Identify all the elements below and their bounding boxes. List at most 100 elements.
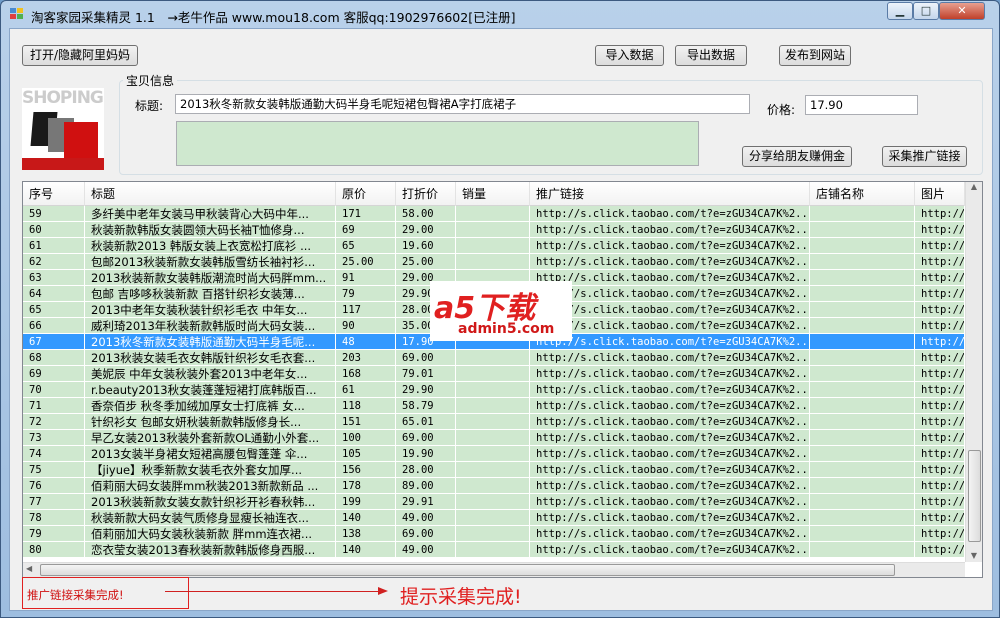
share-commission-button[interactable]: 分享给朋友赚佣金	[742, 146, 852, 167]
cell-original-price: 171	[336, 206, 396, 222]
table-row[interactable]: 79 佰莉丽加大码女装秋装新款 胖mm连衣裙... 138 69.00 http://s…	[23, 526, 965, 542]
cell-image: http://	[915, 366, 965, 382]
title-input[interactable]: 2013秋冬新款女装韩版通勤大码半身毛呢短裙包臀裙A字打底裙子	[175, 94, 750, 114]
table-row[interactable]: 71 香奈佰步 秋冬季加绒加厚女士打底裤 女... 118 58.79 http://s…	[23, 398, 965, 414]
table-row[interactable]: 73 早乙女装2013秋装外套新款OL通勤小外套... 100 69.00 http:/…	[23, 430, 965, 446]
table-row[interactable]: 62 包邮2013秋装新款女装韩版雪纺长袖衬衫... 25.00 25.00 http:…	[23, 254, 965, 270]
cell-shop-name	[810, 462, 915, 478]
cell-title: 2013秋装新款女装韩版潮流时尚大码胖mm...	[85, 270, 336, 286]
table-row[interactable]: 76 佰莉丽大码女装胖mm秋装2013新款新品 ... 178 89.00 http:/…	[23, 478, 965, 494]
cell-promo-link: http://s.click.taobao.com/t?e=zGU34CA7K%…	[530, 238, 810, 254]
cell-shop-name	[810, 286, 915, 302]
cell-title: 香奈佰步 秋冬季加绒加厚女士打底裤 女...	[85, 398, 336, 414]
cell-promo-link: http://s.click.taobao.com/t?e=zGU34CA7K%…	[530, 446, 810, 462]
cell-shop-name	[810, 238, 915, 254]
cell-promo-link: http://s.click.taobao.com/t?e=zGU34CA7K%…	[530, 302, 810, 318]
cell-original-price: 105	[336, 446, 396, 462]
cell-sales	[456, 478, 530, 494]
column-header-promo-link[interactable]: 推广链接	[530, 182, 810, 206]
table-row[interactable]: 75 【jiyue】秋季新款女装毛衣外套女加厚... 156 28.00 http://…	[23, 462, 965, 478]
cell-sales	[456, 382, 530, 398]
scroll-left-icon[interactable]: ◀	[26, 564, 32, 573]
cell-title: 秋装新款2013 韩版女装上衣宽松打底衫 ...	[85, 238, 336, 254]
cell-shop-name	[810, 366, 915, 382]
column-header-original-price[interactable]: 原价	[336, 182, 396, 206]
cell-image: http://	[915, 222, 965, 238]
cell-title: 针织衫女 包邮女妍秋装新款韩版修身长...	[85, 414, 336, 430]
cell-discount-price: 89.00	[396, 478, 456, 494]
product-image: SHOPING	[22, 88, 104, 170]
cell-title: 威利琦2013年秋装新款韩版时尚大码女装...	[85, 318, 336, 334]
cell-sales	[456, 414, 530, 430]
table-row[interactable]: 69 美妮辰 中年女装秋装外套2013中老年女... 168 79.01 http://…	[23, 366, 965, 382]
cell-discount-price: 69.00	[396, 350, 456, 366]
cell-discount-price: 49.00	[396, 542, 456, 558]
cell-sales	[456, 206, 530, 222]
cell-discount-price: 58.79	[396, 398, 456, 414]
title-bar: 淘客家园采集精灵 1.1 →老牛作品 www.mou18.com 客服qq:19…	[1, 1, 999, 27]
cell-shop-name	[810, 430, 915, 446]
horizontal-scroll-thumb[interactable]	[40, 564, 895, 576]
cell-sales	[456, 526, 530, 542]
cell-original-price: 168	[336, 366, 396, 382]
cell-shop-name	[810, 494, 915, 510]
main-panel: 打开/隐藏阿里妈妈 导入数据 导出数据 发布到网站 SHOPING 宝贝信息 标…	[9, 28, 993, 611]
cell-title: 佰莉丽加大码女装秋装新款 胖mm连衣裙...	[85, 526, 336, 542]
cell-seq: 76	[23, 478, 85, 494]
cell-image: http://	[915, 478, 965, 494]
image-watermark-text: SHOPING	[22, 88, 104, 108]
cell-title: 包邮2013秋装新款女装韩版雪纺长袖衬衫...	[85, 254, 336, 270]
table-row[interactable]: 68 2013秋装女装毛衣女韩版针织衫女毛衣套... 203 69.00 http://…	[23, 350, 965, 366]
cell-discount-price: 49.00	[396, 510, 456, 526]
cell-seq: 64	[23, 286, 85, 302]
vertical-scrollbar[interactable]: ▲ ▼	[965, 182, 982, 562]
table-row[interactable]: 78 秋装新款大码女装气质修身显瘦长袖连衣... 140 49.00 http://s.…	[23, 510, 965, 526]
table-row[interactable]: 59 多纤美中老年女装马甲秋装背心大码中年... 171 58.00 http://s.…	[23, 206, 965, 222]
cell-seq: 80	[23, 542, 85, 558]
table-row[interactable]: 72 针织衫女 包邮女妍秋装新款韩版修身长... 151 65.01 http://s.…	[23, 414, 965, 430]
cell-discount-price: 25.00	[396, 254, 456, 270]
column-header-title[interactable]: 标题	[85, 182, 336, 206]
table-row[interactable]: 77 2013秋装新款女装女款针织衫开衫春秋韩... 199 29.91 http://…	[23, 494, 965, 510]
close-button[interactable]: ✕	[939, 2, 985, 20]
cell-image: http://	[915, 510, 965, 526]
vertical-scroll-thumb[interactable]	[968, 450, 981, 542]
cell-original-price: 61	[336, 382, 396, 398]
scroll-up-icon[interactable]: ▲	[966, 182, 982, 191]
toggle-alimama-button[interactable]: 打开/隐藏阿里妈妈	[22, 45, 138, 66]
table-row[interactable]: 61 秋装新款2013 韩版女装上衣宽松打底衫 ... 65 19.60 http://…	[23, 238, 965, 254]
product-table: 序号 标题 原价 打折价 销量 推广链接 店铺名称 图片 ▲ ▼ ◀ 59 多纤美中老年女装马甲…	[22, 181, 983, 578]
cell-sales	[456, 398, 530, 414]
import-data-button[interactable]: 导入数据	[595, 45, 664, 66]
export-data-button[interactable]: 导出数据	[675, 45, 747, 66]
column-header-discount-price[interactable]: 打折价	[396, 182, 456, 206]
cell-title: 秋装新款韩版女装圆领大码长袖T恤修身...	[85, 222, 336, 238]
status-message: 推广链接采集完成!	[27, 588, 124, 602]
table-row[interactable]: 70 r.beauty2013秋女装蓬蓬短裙打底韩版百... 61 29.90 http…	[23, 382, 965, 398]
column-header-sales[interactable]: 销量	[456, 182, 530, 206]
horizontal-scrollbar[interactable]: ◀	[23, 562, 965, 577]
column-header-image[interactable]: 图片	[915, 182, 965, 206]
maximize-button[interactable]: □	[913, 2, 939, 20]
table-row[interactable]: 74 2013女装半身裙女短裙高腰包臀蓬蓬 伞... 105 19.90 http://…	[23, 446, 965, 462]
window-title: 淘客家园采集精灵 1.1 →老牛作品 www.mou18.com 客服qq:19…	[31, 10, 516, 25]
table-row[interactable]: 60 秋装新款韩版女装圆领大码长袖T恤修身... 69 29.00 http://s.c…	[23, 222, 965, 238]
publish-button[interactable]: 发布到网站	[779, 45, 851, 66]
price-input[interactable]: 17.90	[805, 95, 918, 115]
cell-title: r.beauty2013秋女装蓬蓬短裙打底韩版百...	[85, 382, 336, 398]
cell-original-price: 69	[336, 222, 396, 238]
cell-title: 【jiyue】秋季新款女装毛衣外套女加厚...	[85, 462, 336, 478]
collect-links-button[interactable]: 采集推广链接	[882, 146, 967, 167]
column-header-shop-name[interactable]: 店铺名称	[810, 182, 915, 206]
description-textarea[interactable]	[176, 121, 699, 166]
cell-discount-price: 29.00	[396, 222, 456, 238]
column-header-seq[interactable]: 序号	[23, 182, 85, 206]
scroll-down-icon[interactable]: ▼	[966, 551, 982, 560]
minimize-button[interactable]: ▁	[887, 2, 913, 20]
cell-title: 2013秋冬新款女装韩版通勤大码半身毛呢...	[85, 334, 336, 350]
table-row[interactable]: 80 恋衣莹女装2013春秋装新款韩版修身西服... 140 49.00 http://…	[23, 542, 965, 558]
title-label: 标题:	[135, 99, 164, 113]
cell-shop-name	[810, 510, 915, 526]
cell-seq: 71	[23, 398, 85, 414]
cell-image: http://	[915, 334, 965, 350]
